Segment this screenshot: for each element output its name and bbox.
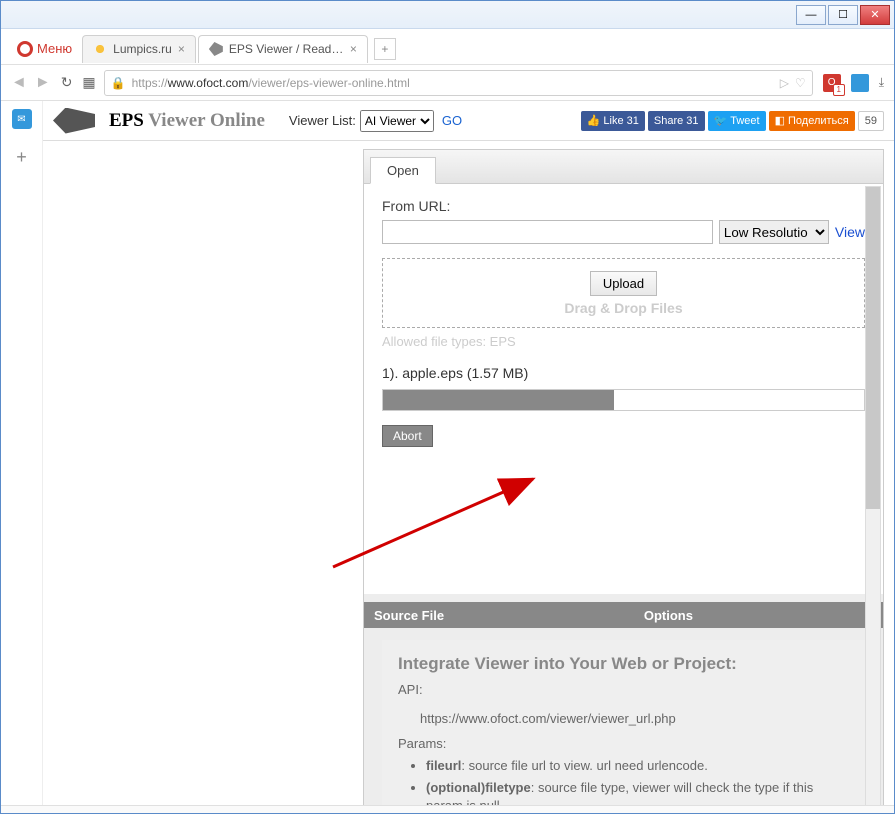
integrate-box: Integrate Viewer into Your Web or Projec… bbox=[382, 640, 865, 805]
fb-share-button[interactable]: Share 31 bbox=[648, 111, 705, 131]
window-titlebar: — ☐ ✕ bbox=[1, 1, 894, 29]
integrate-title: Integrate Viewer into Your Web or Projec… bbox=[398, 654, 849, 674]
col-options: Options bbox=[634, 608, 883, 623]
share-count: 59 bbox=[858, 111, 884, 131]
drag-drop-text: Drag & Drop Files bbox=[564, 300, 682, 316]
api-label: API: bbox=[398, 682, 849, 697]
page-content: EPS Viewer Online Viewer List: AI Viewer… bbox=[43, 101, 894, 805]
vertical-scrollbar[interactable] bbox=[865, 186, 881, 805]
opera-menu-button[interactable]: Меню bbox=[9, 37, 80, 61]
back-button[interactable]: ◄ bbox=[11, 74, 27, 92]
file-entry-label: 1). apple.eps (1.57 MB) bbox=[382, 365, 865, 381]
resolution-select[interactable]: Low Resolutio bbox=[719, 220, 829, 244]
tab-epsviewer[interactable]: EPS Viewer / Reader Onlin × bbox=[198, 35, 368, 63]
forward-button[interactable]: ► bbox=[35, 74, 51, 92]
progress-bar-fill bbox=[383, 390, 614, 410]
site-logo-icon bbox=[53, 108, 95, 134]
favicon-icon bbox=[209, 42, 223, 56]
url-input[interactable]: 🔒 https://www.ofoct.com/viewer/eps-viewe… bbox=[104, 70, 813, 96]
tab-open[interactable]: Open bbox=[370, 157, 436, 184]
menu-label: Меню bbox=[37, 41, 72, 56]
download-icon[interactable]: ⤓ bbox=[879, 75, 884, 90]
bookmark-icon[interactable]: ♡ bbox=[795, 76, 806, 90]
new-tab-button[interactable]: + bbox=[374, 38, 396, 60]
from-url-label: From URL: bbox=[382, 198, 865, 214]
go-link[interactable]: GO bbox=[442, 113, 462, 128]
browser-sidebar: ✉ + bbox=[1, 101, 43, 805]
site-header: EPS Viewer Online Viewer List: AI Viewer… bbox=[43, 101, 894, 141]
tab-close-icon[interactable]: × bbox=[178, 42, 185, 56]
blogger-share-button[interactable]: ◧ Поделиться bbox=[769, 111, 855, 131]
maximize-button[interactable]: ☐ bbox=[828, 5, 858, 25]
upload-progress bbox=[382, 389, 865, 411]
close-window-button[interactable]: ✕ bbox=[860, 5, 890, 25]
favicon-icon bbox=[93, 42, 107, 56]
site-title: EPS Viewer Online bbox=[109, 110, 265, 132]
tab-lumpics[interactable]: Lumpics.ru × bbox=[82, 35, 196, 63]
sidebar-add-button[interactable]: + bbox=[12, 147, 32, 167]
viewer-list-label: Viewer List: bbox=[289, 113, 356, 128]
tab-title: Lumpics.ru bbox=[113, 42, 172, 56]
url-text: https://www.ofoct.com/viewer/eps-viewer-… bbox=[132, 76, 774, 90]
params-label: Params: bbox=[398, 736, 849, 751]
col-source-file: Source File bbox=[364, 608, 634, 623]
browser-tabstrip: Меню Lumpics.ru × EPS Viewer / Reader On… bbox=[1, 29, 894, 65]
viewer-panel: Open From URL: Low Resolutio View Upload… bbox=[363, 149, 884, 805]
minimize-button[interactable]: — bbox=[796, 5, 826, 25]
tweet-button[interactable]: 🐦 Tweet bbox=[708, 111, 766, 131]
allowed-types-text: Allowed file types: EPS bbox=[382, 334, 865, 349]
tab-close-icon[interactable]: × bbox=[350, 42, 357, 56]
fb-like-button[interactable]: 👍 Like 31 bbox=[581, 111, 645, 131]
param-item: fileurl: source file url to view. url ne… bbox=[426, 757, 849, 775]
opera-icon bbox=[17, 41, 33, 57]
reload-button[interactable]: ↻ bbox=[61, 74, 73, 91]
upload-button[interactable]: Upload bbox=[590, 271, 657, 296]
api-url: https://www.ofoct.com/viewer/viewer_url.… bbox=[398, 705, 849, 736]
upload-dropzone[interactable]: Upload Drag & Drop Files bbox=[382, 258, 865, 328]
result-table-header: Source File Options bbox=[364, 602, 883, 628]
extension-icon[interactable] bbox=[851, 74, 869, 92]
speed-dial-button[interactable]: ▦ bbox=[82, 74, 93, 91]
address-bar: ◄ ► ↻ ▦ 🔒 https://www.ofoct.com/viewer/e… bbox=[1, 65, 894, 101]
url-input-field[interactable] bbox=[382, 220, 713, 244]
param-item: (optional)filetype: source file type, vi… bbox=[426, 779, 849, 805]
tab-title: EPS Viewer / Reader Onlin bbox=[229, 42, 344, 56]
abort-button[interactable]: Abort bbox=[382, 425, 433, 447]
messenger-icon[interactable]: ✉ bbox=[12, 109, 32, 129]
lock-icon: 🔒 bbox=[111, 76, 126, 90]
view-link[interactable]: View bbox=[835, 224, 865, 240]
viewer-list-select[interactable]: AI Viewer bbox=[360, 110, 434, 132]
send-icon[interactable]: ▷ bbox=[780, 76, 789, 90]
opera-extension-icon[interactable]: O bbox=[823, 74, 841, 92]
